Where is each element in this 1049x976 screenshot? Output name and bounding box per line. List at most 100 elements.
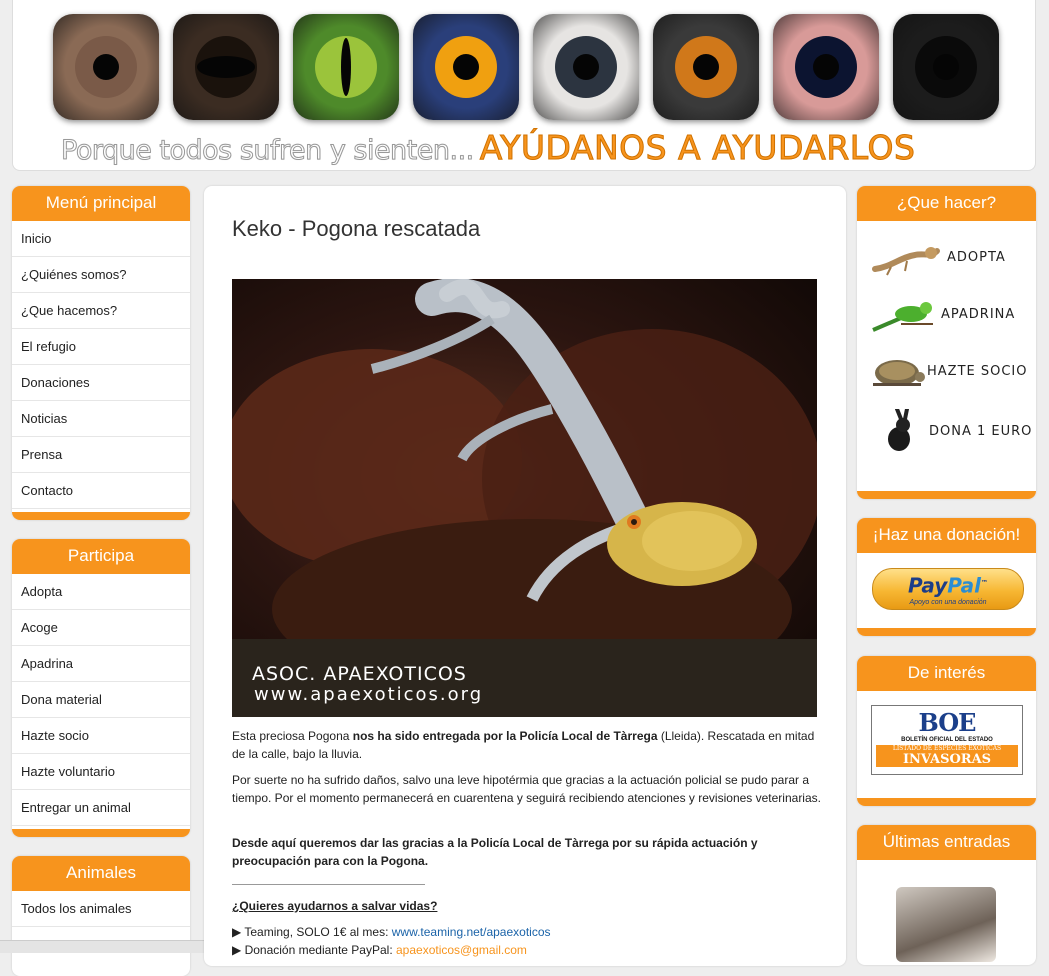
header-eye-gallery	[53, 14, 999, 120]
eye-pupil	[341, 38, 351, 96]
eye-photo-bird	[413, 14, 519, 120]
menu-principal-item[interactable]: Donaciones	[12, 365, 190, 401]
eye-photo-reptile	[293, 14, 399, 120]
bullet-marker: ▶	[232, 925, 242, 939]
panel-footer-bar	[857, 628, 1036, 636]
article-paragraph-1: Esta preciosa Pogona nos ha sido entrega…	[232, 727, 822, 763]
eye-photo-horse	[53, 14, 159, 120]
ultimas-panel: Últimas entradas	[857, 825, 1036, 965]
participa-item[interactable]: Entregar un animal	[12, 790, 190, 826]
boe-logo: BOE	[918, 708, 977, 737]
boe-line-3: INVASORAS	[876, 753, 1018, 767]
donacion-panel: ¡Haz una donación! PayPal™ Apoyo con una…	[857, 518, 1036, 636]
teaming-line: ▶ Teaming, SOLO 1€ al mes: www.teaming.n…	[232, 923, 822, 941]
panel-footer-bar	[857, 798, 1036, 806]
animales-title: Animales	[12, 856, 190, 891]
eye-pupil	[93, 54, 119, 80]
article-panel: Keko - Pogona rescatada ASOC. APAEXOTICO…	[204, 186, 846, 966]
action-adopta-label: ADOPTA	[947, 249, 1006, 265]
menu-principal-item[interactable]: Inicio	[12, 221, 190, 257]
paypal-word-1: Pay	[907, 573, 948, 598]
animales-panel: Animales Todos los animales	[12, 856, 190, 976]
participa-item[interactable]: Hazte voluntario	[12, 754, 190, 790]
p1-text-bold: nos ha sido entregada por la Policía Loc…	[352, 729, 658, 743]
eye-pupil	[573, 54, 599, 80]
paypal-email-link[interactable]: apaexoticos@gmail.com	[396, 943, 527, 957]
action-apadrina-label: APADRINA	[941, 306, 1016, 322]
teaming-text: Teaming, SOLO 1€ al mes:	[241, 925, 392, 939]
bearded-dragon-illustration	[232, 279, 817, 717]
action-dona-euro-label: DONA 1 EURO	[929, 423, 1033, 439]
paypal-donate-button[interactable]: PayPal™ Apoyo con una donación	[872, 568, 1024, 610]
participa-list: Adopta Acoge Apadrina Dona material Hazte so…	[12, 574, 190, 826]
eye-pupil	[693, 54, 719, 80]
menu-principal-item[interactable]: Prensa	[12, 437, 190, 473]
teaming-link[interactable]: www.teaming.net/apaexoticos	[392, 925, 551, 939]
horizontal-scrollbar[interactable]	[0, 940, 212, 953]
eye-pupil	[453, 54, 479, 80]
menu-principal-item[interactable]: ¿Que hacemos?	[12, 293, 190, 329]
article-paragraph-3: Desde aquí queremos dar las gracias a la…	[232, 836, 758, 868]
boe-invasoras-banner[interactable]: BOE BOLETÍN OFICIAL DEL ESTADO LISTADO D…	[871, 705, 1023, 775]
participa-panel: Participa Adopta Acoge Apadrina Dona materi…	[12, 539, 190, 837]
bearded-dragon-icon	[872, 247, 940, 276]
que-hacer-panel: ¿Que hacer? ADOPTA APADRINA HAZTE SOCIO …	[857, 186, 1036, 499]
rabbit-icon	[888, 409, 910, 451]
site-header: Porque todos sufren y sienten... AYÚDANOS…	[12, 0, 1036, 171]
action-dona-euro[interactable]: DONA 1 EURO	[871, 406, 1032, 456]
action-hazte-socio[interactable]: HAZTE SOCIO	[871, 346, 1028, 396]
participa-item[interactable]: Hazte socio	[12, 718, 190, 754]
menu-principal-title: Menú principal	[12, 186, 190, 221]
menu-principal-panel: Menú principal Inicio ¿Quiénes somos? ¿Que…	[12, 186, 190, 520]
boe-line-1: BOLETÍN OFICIAL DEL ESTADO	[901, 737, 993, 743]
menu-principal-item[interactable]: Contacto	[12, 473, 190, 509]
p1-text-a: Esta preciosa Pogona	[232, 729, 353, 743]
eye-photo-cow	[173, 14, 279, 120]
eye-pupil	[813, 54, 839, 80]
help-heading: ¿Quieres ayudarnos a salvar vidas?	[232, 899, 438, 913]
eye-photo-dog	[653, 14, 759, 120]
paypal-logo: PayPal™	[873, 571, 1023, 598]
latest-entry-thumbnail[interactable]	[896, 887, 996, 962]
paypal-subtitle: Apoyo con una donación	[909, 598, 987, 606]
menu-principal-item[interactable]: El refugio	[12, 329, 190, 365]
photo-watermark-org: ASOC. APAEXOTICOS	[252, 663, 467, 685]
participa-item[interactable]: Dona material	[12, 682, 190, 718]
animales-item[interactable]: Todos los animales	[12, 891, 190, 927]
paypal-word-2: Pal	[947, 573, 982, 598]
header-slogan: Porque todos sufren y sienten... AYÚDANOS…	[61, 128, 916, 168]
participa-item[interactable]: Adopta	[12, 574, 190, 610]
slogan-part-1: Porque todos sufren y sienten...	[61, 135, 475, 167]
tortoise-icon	[873, 360, 925, 386]
que-hacer-title: ¿Que hacer?	[857, 186, 1036, 221]
animales-list: Todos los animales	[12, 891, 190, 927]
eye-photo-seal	[773, 14, 879, 120]
slogan-part-2: AYÚDANOS A AYUDARLOS	[479, 128, 916, 168]
eye-pupil	[933, 54, 959, 80]
menu-principal-item[interactable]: ¿Quiénes somos?	[12, 257, 190, 293]
panel-footer-bar	[12, 829, 190, 837]
donacion-title: ¡Haz una donación!	[857, 518, 1036, 553]
ultimas-title: Últimas entradas	[857, 825, 1036, 860]
participa-title: Participa	[12, 539, 190, 574]
eye-pupil	[197, 56, 255, 78]
participa-item[interactable]: Apadrina	[12, 646, 190, 682]
interes-panel: De interés BOE BOLETÍN OFICIAL DEL ESTAD…	[857, 656, 1036, 806]
article-paragraph-2: Por suerte no ha sufrido daños, salvo un…	[232, 773, 821, 805]
paypal-text: Donación mediante PayPal:	[241, 943, 396, 957]
interes-title: De interés	[857, 656, 1036, 691]
menu-principal-item[interactable]: Noticias	[12, 401, 190, 437]
action-hazte-socio-label: HAZTE SOCIO	[927, 363, 1028, 379]
photo-watermark-url: www.apaexoticos.org	[254, 684, 484, 705]
eye-photo-black-cat	[893, 14, 999, 120]
parakeet-icon	[872, 302, 933, 332]
participa-item[interactable]: Acoge	[12, 610, 190, 646]
paypal-line: ▶ Donación mediante PayPal: apaexoticos@…	[232, 941, 822, 959]
eye-photo-rodent	[533, 14, 639, 120]
article-divider	[232, 884, 425, 885]
panel-footer-bar	[12, 512, 190, 520]
action-apadrina[interactable]: APADRINA	[871, 289, 1015, 339]
article-title: Keko - Pogona rescatada	[232, 216, 481, 241]
action-adopta[interactable]: ADOPTA	[871, 232, 1006, 282]
article-photo: ASOC. APAEXOTICOS www.apaexoticos.org	[232, 279, 817, 717]
